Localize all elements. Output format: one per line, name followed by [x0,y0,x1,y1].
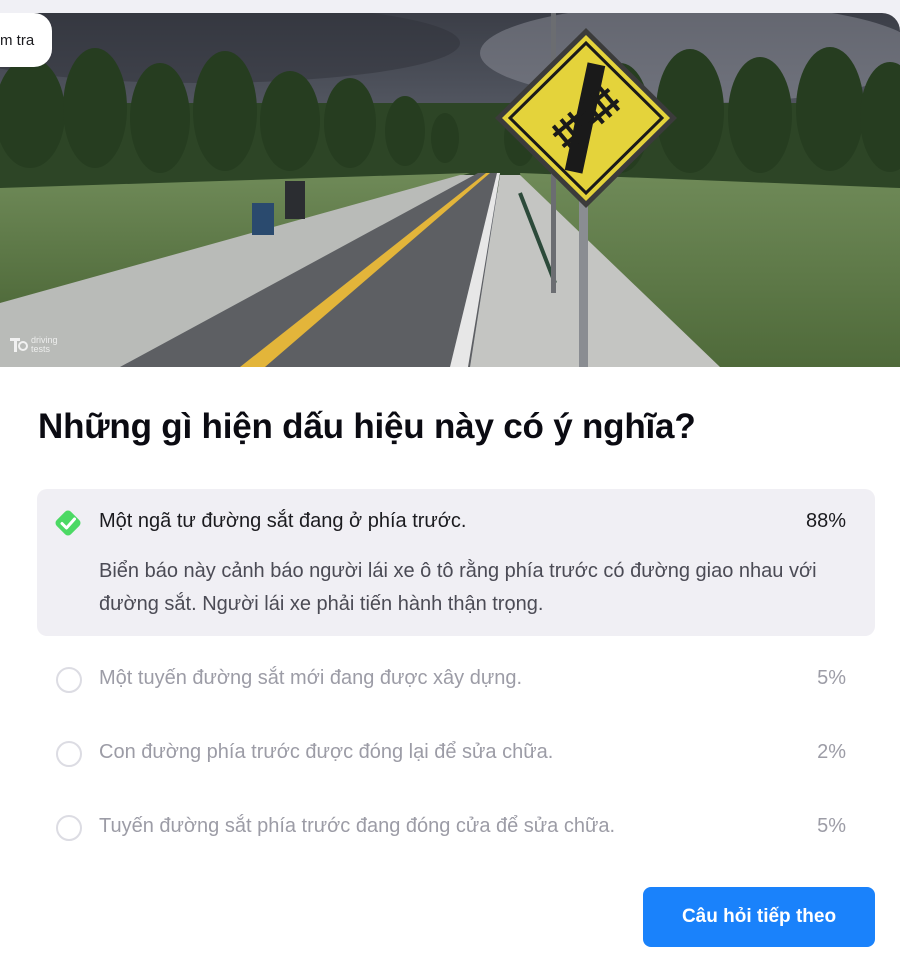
question-card: driving tests m tra Những gì hiện dấu hi… [0,13,900,980]
answer-explanation: Biển báo này cảnh báo người lái xe ô tô … [99,560,817,615]
correct-check-icon [55,510,81,536]
logo-icon [10,338,28,352]
question-title: Những gì hiện dấu hiệu này có ý nghĩa? [38,407,696,446]
watermark-text: driving tests [31,335,58,354]
next-question-button[interactable]: Câu hỏi tiếp theo [643,887,875,947]
radio-circle-icon [56,667,82,693]
road-scene-image [0,13,900,367]
answer-option-correct[interactable]: Một ngã tư đường sắt đang ở phía trước. … [37,489,875,636]
test-mode-label: m tra [0,32,35,49]
answer-option-percent: 88% [805,510,846,532]
answer-option-percent: 5% [817,667,846,689]
answer-option-text: Một tuyến đường sắt mới đang được xây dự… [99,667,523,689]
answer-option[interactable]: Tuyến đường sắt phía trước đang đóng cửa… [37,813,875,843]
answer-option-text: Một ngã tư đường sắt đang ở phía trước. [99,510,467,532]
answer-option[interactable]: Một tuyến đường sắt mới đang được xây dự… [37,665,875,695]
test-mode-tab[interactable]: m tra [0,13,52,67]
question-image: driving tests [0,13,900,367]
radio-circle-icon [56,815,82,841]
answer-option[interactable]: Con đường phía trước được đóng lại để sử… [37,739,875,769]
driving-tests-watermark: driving tests [8,336,71,354]
radio-circle-icon [56,741,82,767]
answer-option-text: Con đường phía trước được đóng lại để sử… [99,741,554,763]
answer-option-percent: 5% [817,815,846,837]
answer-option-text: Tuyến đường sắt phía trước đang đóng cửa… [99,815,616,837]
answer-option-percent: 2% [817,741,846,763]
